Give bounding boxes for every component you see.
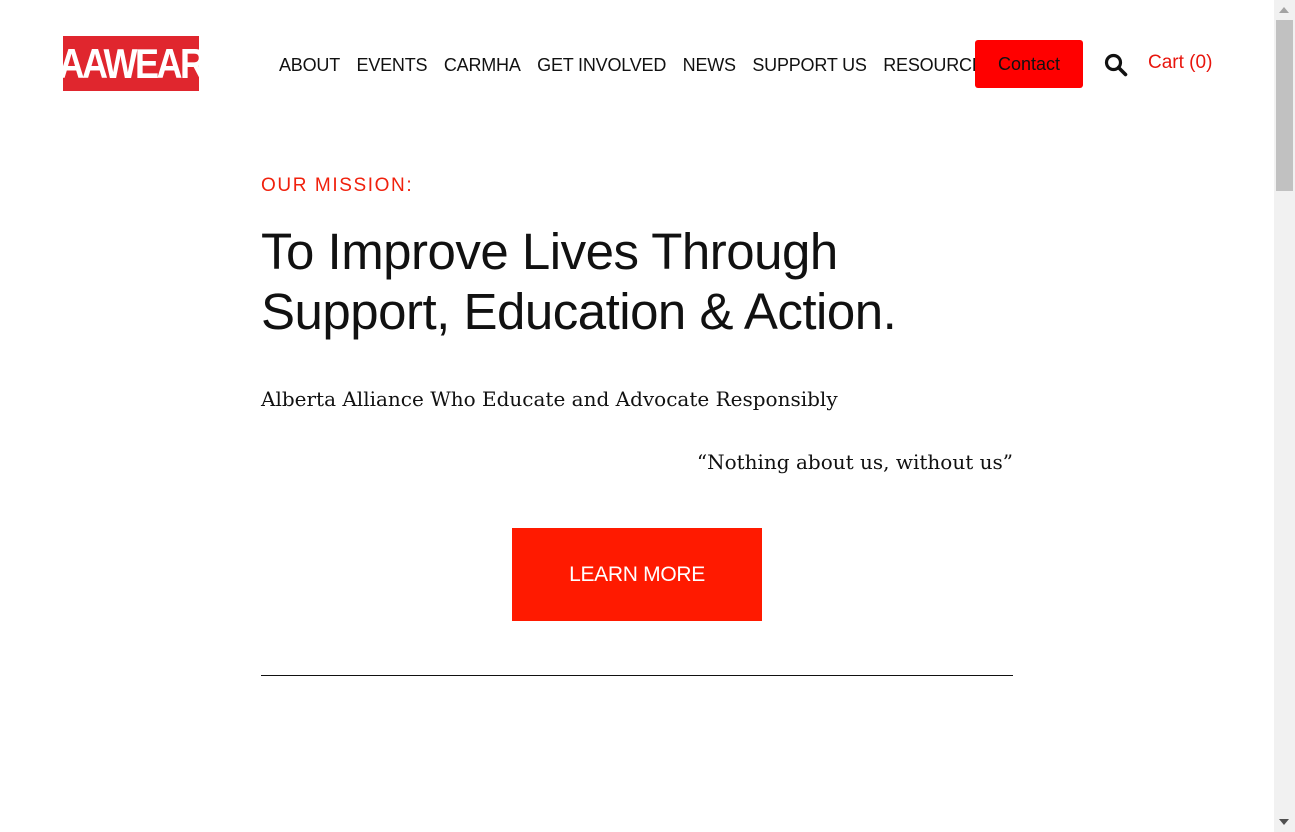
mission-eyebrow: OUR MISSION: bbox=[261, 175, 414, 196]
page: AAWEAR ABOUT EVENTS CARMHA GET INVOLVED … bbox=[0, 0, 1295, 832]
section-divider bbox=[261, 675, 1013, 676]
page-title: To Improve Lives Through Support, Educat… bbox=[261, 222, 1021, 342]
motto-quote: “Nothing about us, without us” bbox=[696, 450, 1013, 474]
nav-item-news[interactable]: NEWS bbox=[683, 55, 736, 76]
nav-item-carmha[interactable]: CARMHA bbox=[444, 55, 521, 76]
headline-line-2: Support, Education & Action. bbox=[261, 283, 897, 340]
headline-line-1: To Improve Lives Through bbox=[261, 223, 838, 280]
nav-item-about[interactable]: ABOUT bbox=[279, 55, 340, 76]
aawear-logo[interactable]: AAWEAR bbox=[63, 36, 199, 91]
main-nav: ABOUT EVENTS CARMHA GET INVOLVED NEWS SU… bbox=[279, 52, 1012, 78]
nav-item-get-involved[interactable]: GET INVOLVED bbox=[537, 55, 666, 76]
organization-subtitle: Alberta Alliance Who Educate and Advocat… bbox=[261, 387, 838, 411]
nav-item-support-us[interactable]: SUPPORT US bbox=[752, 55, 867, 76]
contact-button[interactable]: Contact bbox=[975, 40, 1083, 88]
vertical-scrollbar[interactable] bbox=[1274, 0, 1295, 832]
nav-item-events[interactable]: EVENTS bbox=[357, 55, 428, 76]
learn-more-button[interactable]: LEARN MORE bbox=[512, 528, 762, 621]
logo-text: AAWEAR bbox=[63, 39, 199, 87]
search-icon[interactable] bbox=[1104, 53, 1128, 77]
scroll-thumb[interactable] bbox=[1276, 20, 1293, 191]
cart-link[interactable]: Cart (0) bbox=[1148, 52, 1212, 74]
scroll-up-arrow-icon[interactable] bbox=[1279, 7, 1289, 13]
scroll-down-arrow-icon[interactable] bbox=[1279, 819, 1289, 825]
